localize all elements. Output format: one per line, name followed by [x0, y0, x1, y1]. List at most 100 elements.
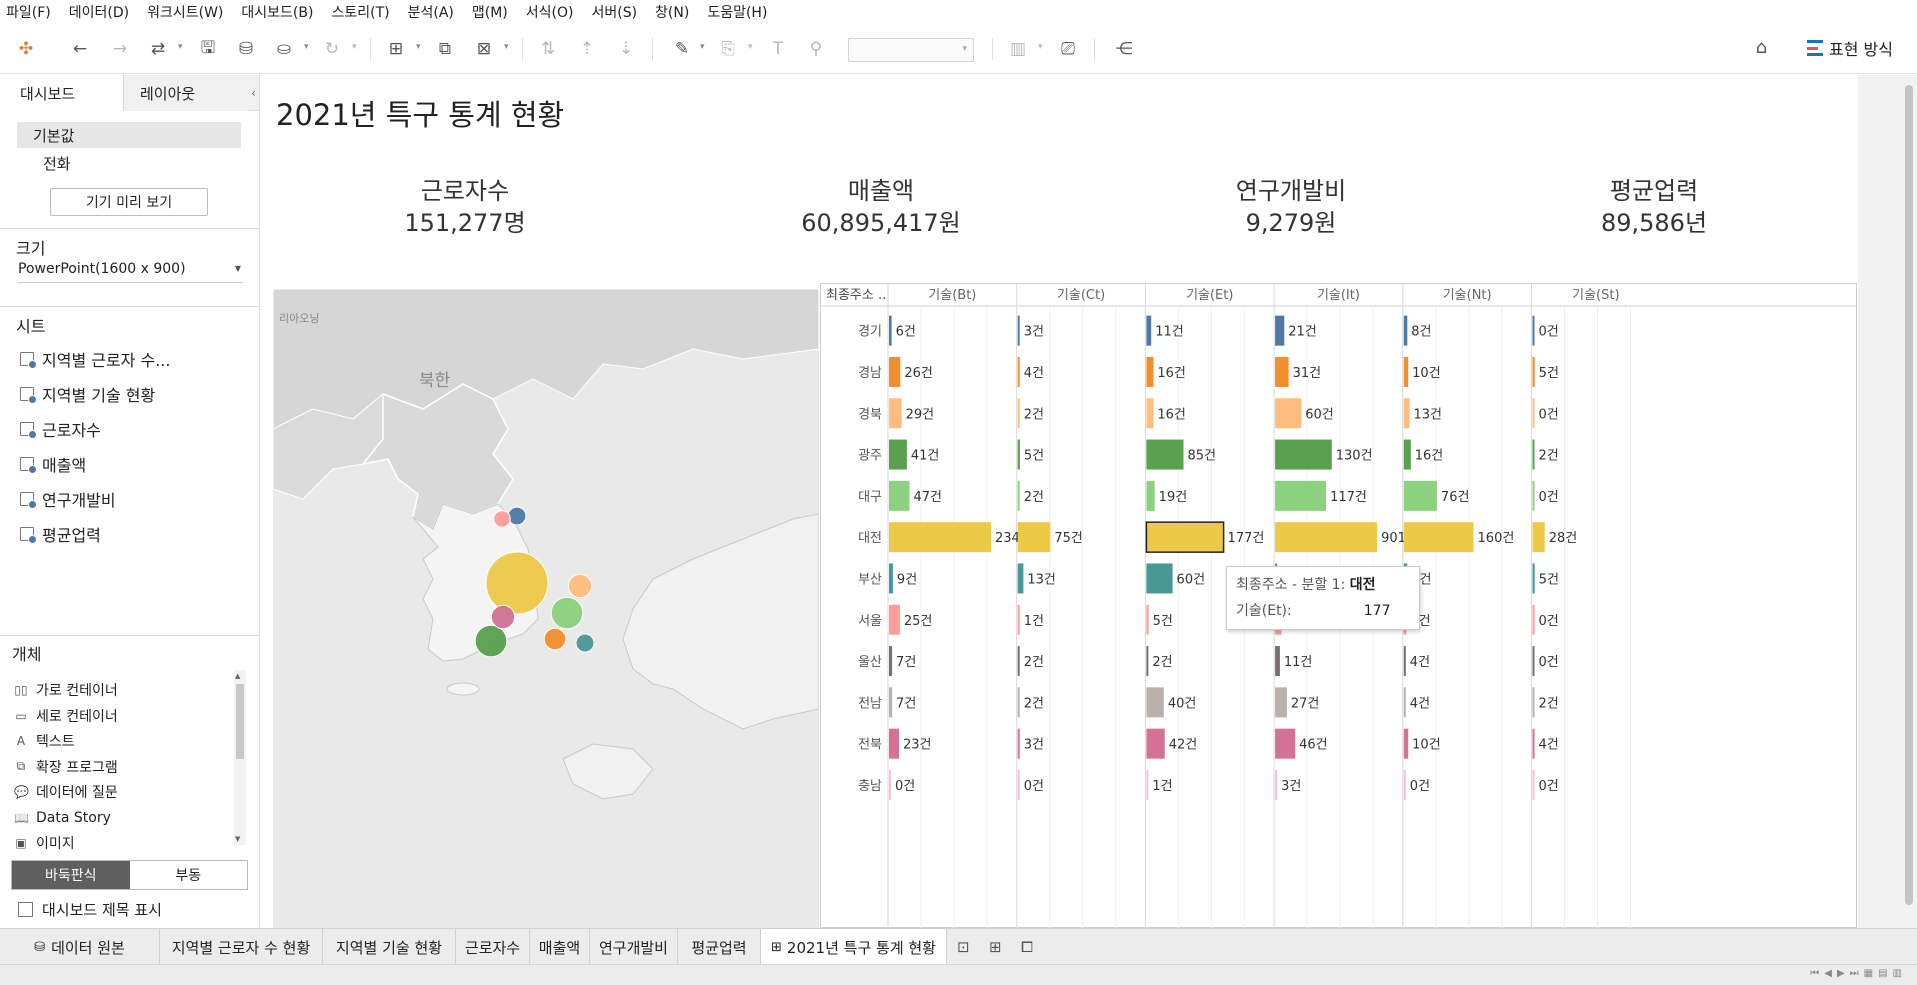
bar-label: 0건 — [1539, 614, 1559, 629]
clear-dropdown-icon[interactable]: ▾ — [504, 42, 509, 52]
presentation-icon[interactable]: ⎚ — [1056, 37, 1080, 61]
tab-dashboard[interactable]: 대시보드 — [0, 75, 124, 111]
pause-dropdown-icon[interactable]: ▾ — [304, 42, 309, 52]
replay-dropdown-icon[interactable]: ▾ — [178, 42, 183, 52]
show-me-button[interactable]: 표현 방식 — [1807, 36, 1893, 60]
tab-sheet[interactable]: 지역별 기술 현황 — [323, 929, 456, 965]
clear-icon[interactable]: ⊠ — [472, 37, 496, 61]
scroll-up-icon[interactable]: ▲ — [235, 672, 240, 680]
menu-item[interactable]: 분석(A) — [408, 2, 454, 22]
undo-icon[interactable]: ← — [68, 37, 92, 61]
checkbox-box[interactable] — [18, 902, 33, 917]
show-me-dropdown-icon[interactable]: ▾ — [1038, 42, 1043, 52]
dashboard-vertical-scrollbar[interactable] — [1858, 75, 1917, 928]
redo-icon[interactable]: → — [108, 37, 132, 61]
tiled-button[interactable]: 바둑판식 — [12, 861, 130, 889]
sheet-item[interactable]: 연구개발비 — [20, 486, 116, 512]
menu-item[interactable]: 워크시트(W) — [147, 2, 223, 22]
swap-icon[interactable]: ⇅ — [536, 37, 560, 61]
object-item[interactable]: 📖 Data Story — [14, 806, 111, 830]
sort-asc-icon[interactable]: ⇡ — [575, 37, 599, 61]
tab-sheet[interactable]: 매출액 — [530, 929, 590, 965]
object-item[interactable]: ⧉ 확장 프로그램 — [14, 755, 118, 779]
show-me-icon[interactable]: ▥ — [1006, 37, 1030, 61]
sheet-navigation-icons[interactable]: ⏮◀▶⏭▦▤▥ — [1810, 968, 1907, 979]
tab-active-dashboard[interactable]: ⊞ 2021년 특구 통계 현황 — [761, 929, 947, 965]
refresh-icon[interactable]: ↻ — [320, 37, 344, 61]
group-dropdown-icon[interactable]: ▾ — [748, 42, 753, 52]
objects-scrollbar[interactable]: ▲ ▼ — [234, 670, 246, 845]
object-item[interactable]: ▭ 세로 컨테이너 — [14, 704, 117, 728]
sheet-item[interactable]: 지역별 기술 현황 — [20, 381, 155, 407]
collapse-panel-icon[interactable]: ‹ — [248, 75, 259, 110]
worksheet-icon — [20, 387, 37, 404]
kpi-workers[interactable]: 근로자수 151,277명 — [285, 175, 645, 239]
device-phone[interactable]: 전화 — [17, 150, 241, 176]
size-select[interactable]: PowerPoint(1600 x 900) ▼ — [18, 261, 243, 283]
region-bubble-map[interactable]: 리아오닝 북한 — [273, 289, 819, 928]
sort-desc-icon[interactable]: ⇣ — [614, 37, 638, 61]
new-worksheet-dropdown-icon[interactable]: ▾ — [416, 42, 421, 52]
sheet-item[interactable]: 매출액 — [20, 451, 86, 477]
sheet-item[interactable]: 지역별 근로자 수... — [20, 346, 170, 372]
tab-sheet[interactable]: 평균업력 — [678, 929, 761, 965]
menu-item[interactable]: 대시보드(B) — [241, 2, 313, 22]
region-tech-bar-table[interactable]: 최종주소 .. 기술(Bt) 기술(Ct) 기술(Et) 기술(It) 기술(Nt) 기술(… — [820, 283, 1857, 928]
vertical-container-icon: ▭ — [15, 708, 27, 723]
bar-mark — [1532, 315, 1535, 346]
replay-icon[interactable]: ⇄ — [146, 37, 170, 61]
show-title-checkbox[interactable]: 대시보드 제목 표시 — [18, 899, 162, 920]
new-worksheet-icon[interactable]: ⊡ — [957, 938, 970, 956]
menu-item[interactable]: 맵(M) — [472, 2, 508, 22]
pause-icon[interactable]: ⛀ — [272, 37, 296, 61]
bar-label: 60건 — [1305, 407, 1334, 422]
refresh-dropdown-icon[interactable]: ▾ — [352, 42, 357, 52]
tab-sheet[interactable]: 지역별 근로자 수 현황 — [160, 929, 323, 965]
object-item[interactable]: ▣ 이미지 — [14, 831, 74, 855]
object-item[interactable]: ▯▯ 가로 컨테이너 — [14, 678, 117, 702]
kpi-avg-years[interactable]: 평균업력 89,586년 — [1474, 175, 1834, 239]
scroll-down-icon[interactable]: ▼ — [235, 835, 240, 843]
group-icon[interactable]: ⎘ — [716, 37, 740, 61]
kpi-rnd[interactable]: 연구개발비 9,279원 — [1111, 175, 1471, 239]
bar-mark — [1017, 480, 1020, 511]
menu-item[interactable]: 데이터(D) — [69, 2, 129, 22]
new-datasource-icon[interactable]: ⛁ — [234, 37, 258, 61]
sheet-item[interactable]: 평균업력 — [20, 521, 101, 547]
floating-button[interactable]: 부동 — [129, 861, 247, 889]
menu-item[interactable]: 창(N) — [655, 2, 689, 22]
label-icon[interactable]: T — [766, 37, 790, 61]
bar-label: 5건 — [1539, 572, 1559, 587]
menu-item[interactable]: 스토리(T) — [331, 2, 389, 22]
new-worksheet-icon[interactable]: ⊞ — [384, 37, 408, 61]
new-story-icon[interactable]: ⧠ — [1021, 938, 1033, 956]
save-icon[interactable]: 🖫 — [196, 37, 220, 61]
scroll-thumb[interactable] — [236, 684, 244, 759]
device-preview-button[interactable]: 기기 미리 보기 — [50, 188, 208, 216]
fix-axes-icon[interactable]: ⚲ — [804, 37, 828, 61]
duplicate-icon[interactable]: ⧉ — [433, 37, 457, 61]
tab-sheet[interactable]: 근로자수 — [456, 929, 530, 965]
device-default[interactable]: 기본값 — [17, 122, 241, 148]
share-icon[interactable]: ⋲ — [1112, 37, 1136, 61]
bar-mark — [1403, 769, 1406, 800]
kpi-sales[interactable]: 매출액 60,895,417원 — [701, 175, 1061, 239]
bar-mark — [1146, 480, 1155, 511]
tableau-logo-icon[interactable]: ✣ — [14, 37, 38, 61]
menu-item[interactable]: 파일(F) — [6, 2, 51, 22]
highlight-dropdown-icon[interactable]: ▾ — [700, 42, 705, 52]
tab-layout[interactable]: 레이아웃 — [124, 75, 248, 111]
scroll-thumb[interactable] — [1905, 85, 1913, 905]
tab-sheet[interactable]: 연구개발비 — [590, 929, 678, 965]
sheet-item[interactable]: 근로자수 — [20, 416, 101, 442]
menu-item[interactable]: 서버(S) — [591, 2, 637, 22]
menu-item[interactable]: 도움말(H) — [707, 2, 767, 22]
object-item[interactable]: A 텍스트 — [14, 729, 75, 753]
menu-item[interactable]: 서식(O) — [526, 2, 574, 22]
fit-select[interactable]: ▾ — [848, 38, 974, 62]
object-item[interactable]: 💬 데이터에 질문 — [14, 780, 118, 804]
new-dashboard-icon[interactable]: ⊞ — [989, 938, 1002, 956]
highlight-icon[interactable]: ✎ — [670, 37, 694, 61]
tab-data-source[interactable]: ⛁ 데이터 원본 — [0, 929, 160, 965]
format-brush-icon[interactable]: ⌂ — [1756, 37, 1767, 58]
